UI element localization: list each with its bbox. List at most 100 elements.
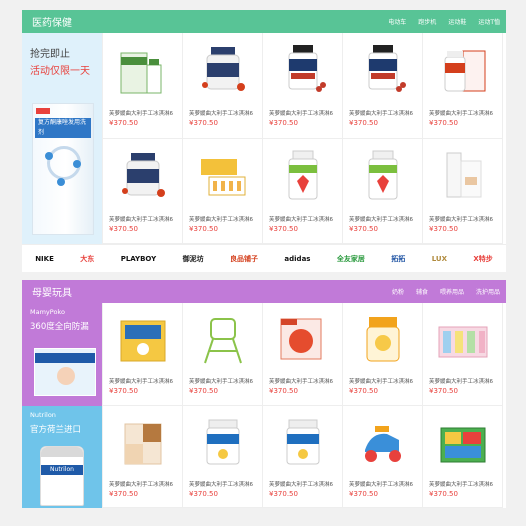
product-name[interactable]: 芙萝媛曲大利手工冰淇淋6 xyxy=(189,215,261,223)
baby-section: 母婴玩具 奶粉 辅食 喂养用品 洗护用品 MamyPoko 360度全向防漏 N… xyxy=(22,280,506,508)
product-card[interactable]: 芙萝媛曲大利手工冰淇淋6 ¥370.50 xyxy=(343,33,423,139)
health-link[interactable]: 跑步机 xyxy=(418,17,436,26)
product-card[interactable]: 芙萝媛曲大利手工冰淇淋6 ¥370.50 xyxy=(423,405,503,508)
baby-product-grid: 芙萝媛曲大利手工冰淇淋6 ¥370.50 芙萝媛曲大利手工冰淇淋6 ¥370.50 芙萝… xyxy=(102,303,503,508)
product-card[interactable]: 芙萝媛曲大利手工冰淇淋6 ¥370.50 xyxy=(103,33,183,139)
product-name[interactable]: 芙萝媛曲大利手工冰淇淋6 xyxy=(269,215,341,223)
product-price: ¥370.50 xyxy=(349,119,378,127)
baby-link[interactable]: 辅食 xyxy=(416,287,428,296)
product-card[interactable]: 芙萝媛曲大利手工冰淇淋6 ¥370.50 xyxy=(263,405,343,508)
product-price: ¥370.50 xyxy=(189,224,218,233)
can-label: Nutrilon xyxy=(41,465,83,475)
product-name[interactable]: 芙萝媛曲大利手工冰淇淋6 xyxy=(189,377,261,385)
product-card[interactable]: 芙萝媛曲大利手工冰淇淋6 ¥370.50 xyxy=(343,303,423,406)
product-card[interactable]: 芙萝媛曲大利手工冰淇淋6 ¥370.50 xyxy=(103,303,183,406)
health-link[interactable]: 运动鞋 xyxy=(448,17,466,26)
brand-logo[interactable]: X特步 xyxy=(473,254,492,264)
supplement-bottle-icon xyxy=(357,41,409,97)
product-name[interactable]: 芙萝媛曲大利手工冰淇淋6 xyxy=(189,109,261,117)
product-card[interactable]: 芙萝媛曲大利手工冰淇淋6 ¥370.50 xyxy=(263,138,343,244)
building-blocks-icon xyxy=(437,414,489,470)
product-name[interactable]: 芙萝媛曲大利手工冰淇淋6 xyxy=(429,480,501,488)
nutrilon-promo-banner[interactable]: Nutrilon 官方荷兰进口 Nutrilon xyxy=(22,406,102,508)
baby-header: 母婴玩具 奶粉 辅食 喂养用品 洗护用品 xyxy=(22,280,506,303)
promo-line1: 抢完即止 xyxy=(30,49,70,60)
brand-logo[interactable]: 全友家居 xyxy=(337,254,365,264)
product-card[interactable]: 芙萝媛曲大利手工冰淇淋6 ¥370.50 xyxy=(423,33,503,139)
brand-logo[interactable]: 良品铺子 xyxy=(230,254,258,264)
brand-logo[interactable]: PLAYBOY xyxy=(121,255,157,263)
baby-link[interactable]: 喂养用品 xyxy=(440,287,464,296)
product-name[interactable]: 芙萝媛曲大利手工冰淇淋6 xyxy=(349,377,421,385)
product-name[interactable]: 芙萝媛曲大利手工冰淇淋6 xyxy=(429,377,501,385)
product-name[interactable]: 芙萝媛曲大利手工冰淇淋6 xyxy=(349,215,421,223)
product-price: ¥370.50 xyxy=(189,387,218,395)
product-card[interactable]: 芙萝媛曲大利手工冰淇淋6 ¥370.50 xyxy=(343,138,423,244)
formula-can-icon xyxy=(197,414,249,470)
brand-logo[interactable]: 御泥坊 xyxy=(183,254,204,264)
product-name[interactable]: 芙萝媛曲大利手工冰淇淋6 xyxy=(189,480,261,488)
health-product-grid: 芙萝媛曲大利手工冰淇淋6 ¥370.50 芙萝媛曲大利手工冰淇淋6 ¥370.50 芙萝… xyxy=(102,33,503,244)
brand-logo[interactable]: 大东 xyxy=(80,254,94,264)
brand-logo[interactable]: 拓拓 xyxy=(391,254,405,264)
baby-food-jar-icon xyxy=(357,311,409,367)
supplement-bottle-box-icon xyxy=(437,41,489,97)
product-price: ¥370.50 xyxy=(429,224,458,233)
product-name[interactable]: 芙萝媛曲大利手工冰淇淋6 xyxy=(349,109,421,117)
product-price: ¥370.50 xyxy=(349,224,378,233)
product-name[interactable]: 芙萝媛曲大利手工冰淇淋6 xyxy=(109,109,181,117)
product-name[interactable]: 芙萝媛曲大利手工冰淇淋6 xyxy=(429,109,501,117)
product-card[interactable]: 芙萝媛曲大利手工冰淇淋6 ¥370.50 xyxy=(343,405,423,508)
product-name[interactable]: 芙萝媛曲大利手工冰淇淋6 xyxy=(109,377,181,385)
health-link[interactable]: 电动车 xyxy=(388,17,406,26)
product-name[interactable]: 芙萝媛曲大利手工冰淇淋6 xyxy=(429,215,501,223)
promo-line2: 活动仅限一天 xyxy=(30,66,90,77)
product-price: ¥370.50 xyxy=(429,387,458,395)
health-header: 医药保健 电动车 跑步机 运动鞋 运动T恤 xyxy=(22,10,506,33)
product-card[interactable]: 芙萝媛曲大利手工冰淇淋6 ¥370.50 xyxy=(423,138,503,244)
product-name[interactable]: 芙萝媛曲大利手工冰淇淋6 xyxy=(269,109,341,117)
product-price: ¥370.50 xyxy=(109,119,138,127)
product-price: ¥370.50 xyxy=(269,224,298,233)
baby-link[interactable]: 奶粉 xyxy=(392,287,404,296)
product-card[interactable]: 芙萝媛曲大利手工冰淇淋6 ¥370.50 xyxy=(183,303,263,406)
vitamin-bottle-icon xyxy=(277,147,329,203)
product-name[interactable]: 芙萝媛曲大利手工冰淇淋6 xyxy=(109,215,181,223)
product-price: ¥370.50 xyxy=(109,224,138,233)
product-name[interactable]: 芙萝媛曲大利手工冰淇淋6 xyxy=(269,480,341,488)
product-price: ¥370.50 xyxy=(429,119,458,127)
brand-logo[interactable]: LUX xyxy=(432,255,447,263)
vitamin-bottle-icon xyxy=(357,147,409,203)
play-fence-icon xyxy=(437,311,489,367)
product-price: ¥370.50 xyxy=(349,387,378,395)
product-card[interactable]: 芙萝媛曲大利手工冰淇淋6 ¥370.50 xyxy=(263,303,343,406)
health-title: 医药保健 xyxy=(32,18,72,29)
product-price: ¥370.50 xyxy=(269,119,298,127)
product-name[interactable]: 芙萝媛曲大利手工冰淇淋6 xyxy=(349,480,421,488)
health-promo-banner[interactable]: 抢完即止 活动仅限一天 复方酮康唑发用洗剂 xyxy=(22,33,102,244)
product-card[interactable]: 芙萝媛曲大利手工冰淇淋6 ¥370.50 xyxy=(263,33,343,139)
product-price: ¥370.50 xyxy=(189,119,218,127)
diaper-pack-icon xyxy=(34,348,96,396)
supplement-bottle-icon xyxy=(277,41,329,97)
brand-logo[interactable]: adidas xyxy=(284,255,310,263)
snack-box-icon xyxy=(277,311,329,367)
product-card[interactable]: 芙萝媛曲大利手工冰淇淋6 ¥370.50 xyxy=(183,138,263,244)
high-chair-icon xyxy=(197,311,249,367)
product-name[interactable]: 芙萝媛曲大利手工冰淇淋6 xyxy=(269,377,341,385)
mamypoko-promo-banner[interactable]: MamyPoko 360度全向防漏 xyxy=(22,303,102,406)
product-price: ¥370.50 xyxy=(349,489,378,498)
product-card[interactable]: 芙萝媛曲大利手工冰淇淋6 ¥370.50 xyxy=(423,303,503,406)
brand-logo[interactable]: NIKE xyxy=(35,255,54,263)
product-name[interactable]: 芙萝媛曲大利手工冰淇淋6 xyxy=(109,480,181,488)
product-card[interactable]: 芙萝媛曲大利手工冰淇淋6 ¥370.50 xyxy=(103,138,183,244)
promo-b-line2: 官方荷兰进口 xyxy=(30,425,82,435)
baby-link[interactable]: 洗护用品 xyxy=(476,287,500,296)
vial-box-icon xyxy=(197,147,249,203)
product-card[interactable]: 芙萝媛曲大利手工冰淇淋6 ¥370.50 xyxy=(103,405,183,508)
product-card[interactable]: 芙萝媛曲大利手工冰淇淋6 ¥370.50 xyxy=(183,33,263,139)
health-link[interactable]: 运动T恤 xyxy=(478,17,500,26)
medicine-box-icon: 复方酮康唑发用洗剂 xyxy=(32,103,94,235)
product-card[interactable]: 芙萝媛曲大利手工冰淇淋6 ¥370.50 xyxy=(183,405,263,508)
milk-powder-box-icon xyxy=(117,311,169,367)
